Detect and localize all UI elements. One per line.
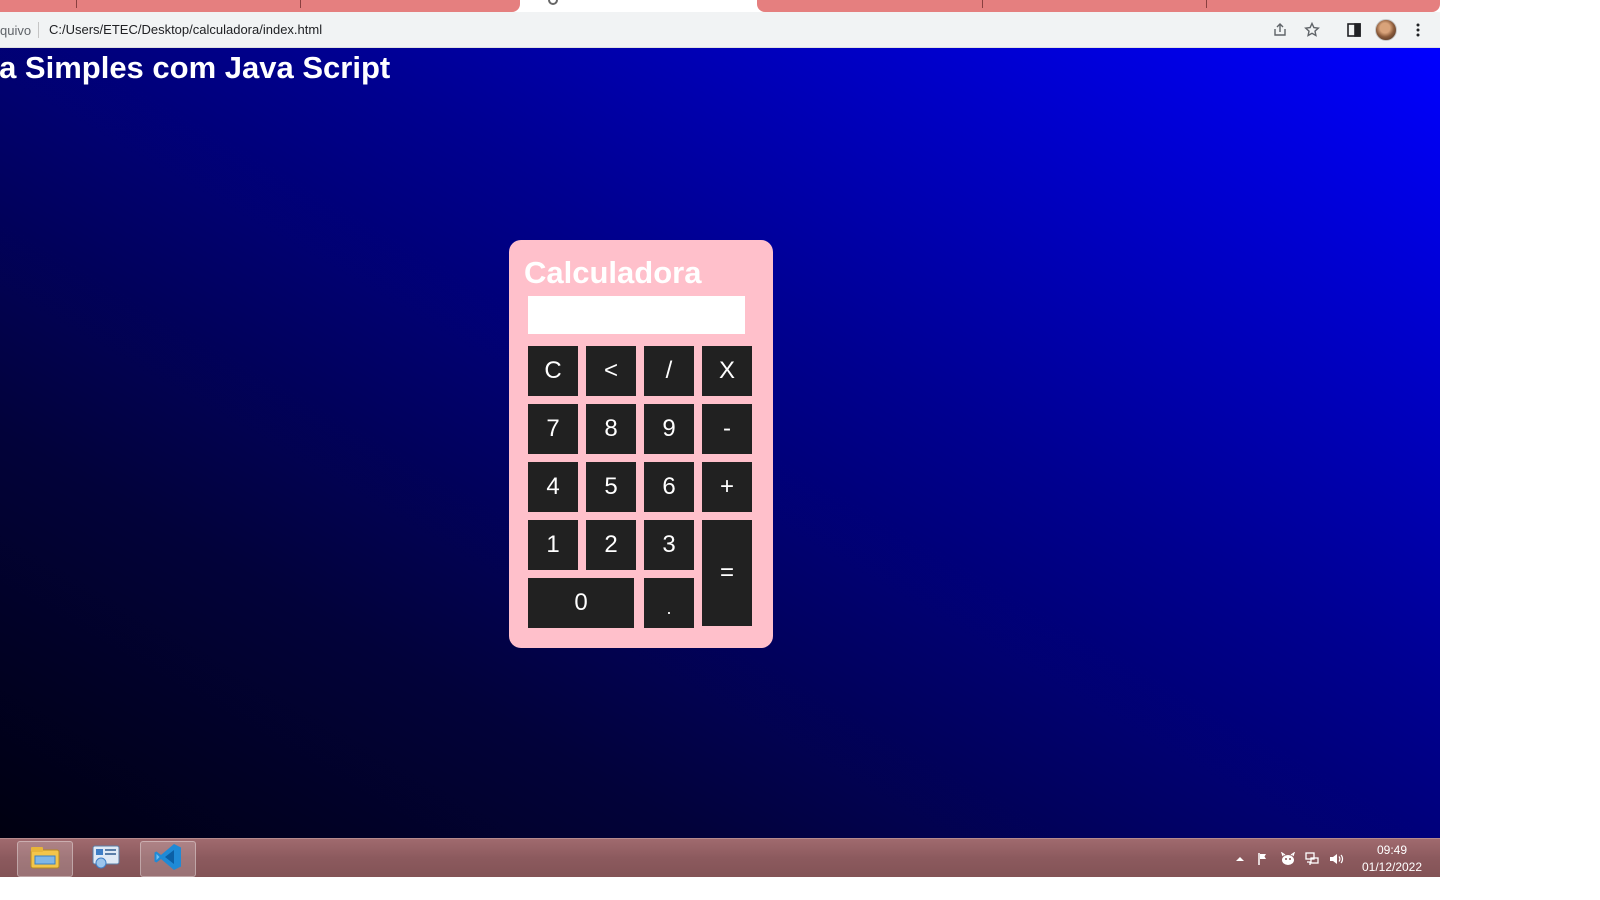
digit-3-button[interactable]: 3 xyxy=(644,520,694,570)
digit-0-button[interactable]: 0 xyxy=(528,578,634,628)
calculator: Calculadora C < / X 7 8 9 - 4 5 6 + 1 2 … xyxy=(509,240,773,648)
share-icon[interactable] xyxy=(1269,19,1291,41)
clock-time: 09:49 xyxy=(1376,843,1408,857)
file-explorer-icon xyxy=(29,844,61,875)
menu-kebab-icon[interactable] xyxy=(1407,19,1429,41)
backspace-button[interactable]: < xyxy=(586,346,636,396)
url-field[interactable]: C:/Users/ETEC/Desktop/calculadora/index.… xyxy=(49,22,322,37)
digit-6-button[interactable]: 6 xyxy=(644,462,694,512)
page-content: ra Simples com Java Script Calculadora C… xyxy=(0,48,1440,838)
page-title: ra Simples com Java Script xyxy=(0,50,391,85)
digit-1-button[interactable]: 1 xyxy=(528,520,578,570)
digit-8-button[interactable]: 8 xyxy=(586,404,636,454)
flag-icon[interactable] xyxy=(1256,851,1272,867)
antivirus-icon[interactable] xyxy=(1280,851,1296,867)
digit-9-button[interactable]: 9 xyxy=(644,404,694,454)
vscode-button[interactable] xyxy=(140,841,196,877)
system-tray xyxy=(1232,850,1344,868)
file-explorer-button[interactable] xyxy=(17,841,73,877)
star-icon[interactable] xyxy=(1301,19,1323,41)
digit-2-button[interactable]: 2 xyxy=(586,520,636,570)
tab-separator xyxy=(1206,0,1207,8)
active-tab-icon[interactable] xyxy=(548,0,558,5)
divide-button[interactable]: / xyxy=(644,346,694,396)
network-icon[interactable] xyxy=(1304,851,1320,867)
vscode-icon xyxy=(153,842,183,877)
side-panel-icon[interactable] xyxy=(1343,19,1365,41)
show-hidden-icons-icon[interactable] xyxy=(1232,851,1248,867)
taskbar: 09:49 01/12/2022 xyxy=(0,838,1440,877)
tab-separator xyxy=(76,0,77,8)
tab-separator xyxy=(300,0,301,8)
tab-strip xyxy=(0,0,1440,12)
tab-separator xyxy=(982,0,983,8)
volume-icon[interactable] xyxy=(1328,851,1344,867)
calculator-display[interactable] xyxy=(528,296,745,334)
plus-button[interactable]: + xyxy=(702,462,752,512)
screen: quivo C:/Users/ETEC/Desktop/calculadora/… xyxy=(0,0,1440,877)
digit-7-button[interactable]: 7 xyxy=(528,404,578,454)
calculator-title: Calculadora xyxy=(524,255,702,290)
address-divider xyxy=(38,22,39,38)
browser-tab[interactable] xyxy=(757,0,1440,12)
decimal-point-button[interactable]: . xyxy=(644,578,694,628)
browser-tab[interactable] xyxy=(0,0,520,12)
control-panel-button[interactable] xyxy=(78,841,134,877)
clear-button[interactable]: C xyxy=(528,346,578,396)
digit-5-button[interactable]: 5 xyxy=(586,462,636,512)
equals-button[interactable]: = xyxy=(702,520,752,626)
clock-date: 01/12/2022 xyxy=(1361,860,1423,874)
multiply-button[interactable]: X xyxy=(702,346,752,396)
avatar[interactable] xyxy=(1375,19,1397,41)
taskbar-clock[interactable]: 09:49 01/12/2022 xyxy=(1352,842,1432,876)
minus-button[interactable]: - xyxy=(702,404,752,454)
digit-4-button[interactable]: 4 xyxy=(528,462,578,512)
address-bar: quivo C:/Users/ETEC/Desktop/calculadora/… xyxy=(0,12,1440,48)
control-panel-icon xyxy=(90,843,122,876)
site-info-label[interactable]: quivo xyxy=(0,23,31,38)
